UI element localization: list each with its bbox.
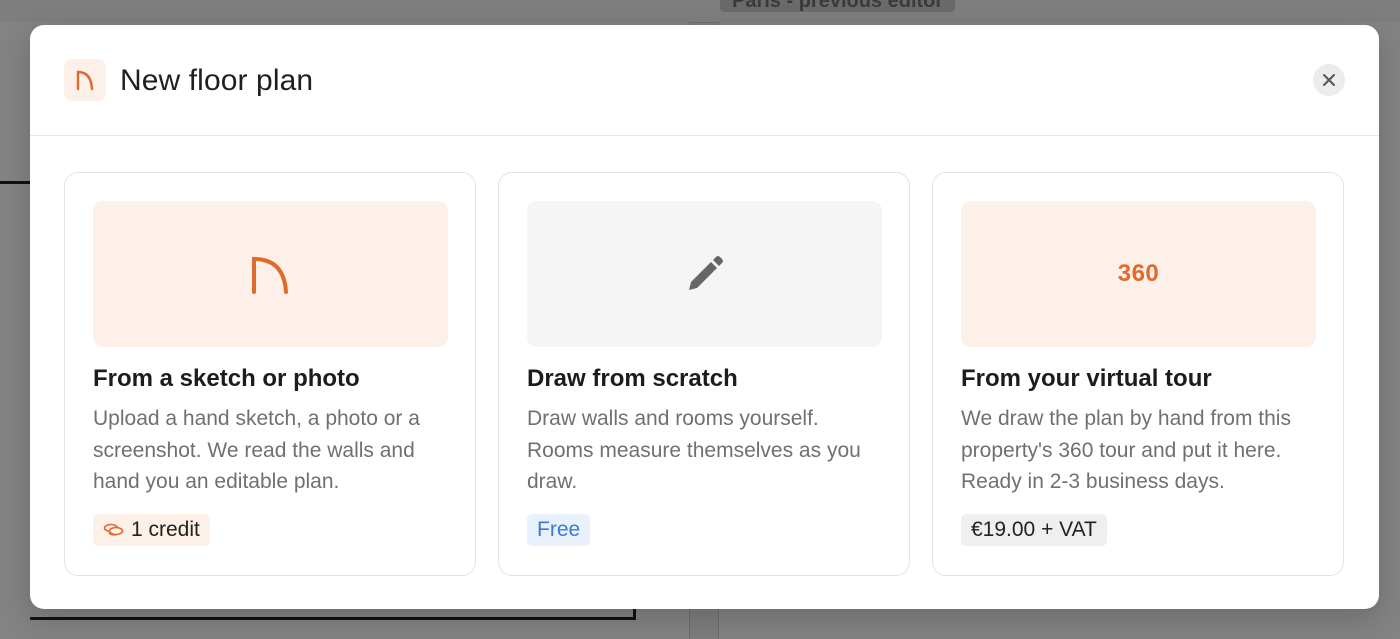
option-card-draw-from-scratch[interactable]: Draw from scratch Draw walls and rooms y… (498, 172, 910, 576)
card-media (93, 201, 448, 347)
option-card-virtual-tour[interactable]: 360 From your virtual tour We draw the p… (932, 172, 1344, 576)
badge-label: 1 credit (131, 518, 200, 541)
floor-plan-arc-icon (251, 256, 288, 294)
card-description: Upload a hand sketch, a photo or a scree… (93, 407, 420, 493)
badge-label: Free (537, 518, 581, 541)
background-breadcrumb: Paris - previous editor (720, 0, 956, 12)
background-plan-wall (633, 608, 636, 620)
dialog-title: New floor plan (120, 64, 314, 97)
coins-icon (103, 523, 124, 536)
dialog-header: New floor plan (30, 25, 1379, 136)
card-media: 360 (961, 201, 1316, 347)
card-description: We draw the plan by hand from this prope… (961, 407, 1291, 493)
option-card-sketch-or-photo[interactable]: From a sketch or photo Upload a hand ske… (64, 172, 476, 576)
background-plan-wall (0, 181, 30, 184)
pencil-icon (688, 256, 723, 290)
card-description: Draw walls and rooms yourself. Rooms mea… (527, 407, 861, 493)
card-title: From your virtual tour (961, 365, 1212, 392)
price-badge: €19.00 + VAT (961, 514, 1107, 546)
close-button[interactable] (1313, 64, 1345, 96)
card-title: From a sketch or photo (93, 365, 360, 392)
360-label: 360 (1117, 260, 1160, 287)
close-icon (1323, 74, 1335, 86)
badge-label: €19.00 + VAT (971, 518, 1097, 541)
new-floor-plan-dialog: New floor plan From a sketch or photo Up… (30, 25, 1379, 609)
card-media (527, 201, 882, 347)
price-badge: Free (527, 514, 591, 546)
background-plan-wall (30, 617, 636, 620)
floor-plan-arc-icon (64, 59, 106, 101)
card-title: Draw from scratch (527, 365, 738, 392)
credit-badge: 1 credit (93, 514, 210, 546)
